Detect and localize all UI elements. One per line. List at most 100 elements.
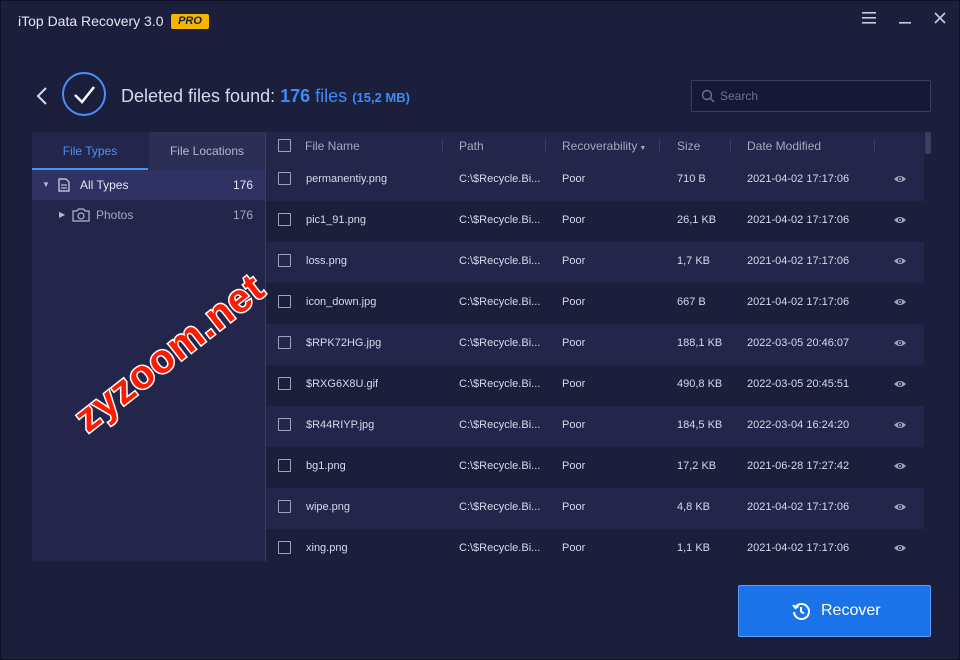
cell-recoverability: Poor bbox=[562, 419, 586, 431]
row-checkbox[interactable] bbox=[278, 541, 291, 554]
column-header-label: Recoverability bbox=[562, 139, 638, 153]
cell-file-name: loss.png bbox=[306, 255, 347, 267]
row-checkbox[interactable] bbox=[278, 500, 291, 513]
file-count: 176 bbox=[280, 86, 311, 106]
cell-date-modified: 2022-03-04 16:24:20 bbox=[747, 419, 850, 431]
search-box[interactable] bbox=[691, 80, 931, 112]
tree-item-all-types[interactable]: ▼ All Types 176 bbox=[32, 170, 265, 200]
cell-date-modified: 2021-04-02 17:17:06 bbox=[747, 296, 850, 308]
cell-path: C:\$Recycle.Bi... bbox=[459, 378, 541, 390]
select-all-checkbox[interactable] bbox=[278, 139, 291, 152]
row-checkbox[interactable] bbox=[278, 336, 291, 349]
row-checkbox[interactable] bbox=[278, 213, 291, 226]
preview-eye-icon[interactable] bbox=[893, 420, 907, 430]
column-divider[interactable] bbox=[442, 139, 443, 153]
preview-eye-icon[interactable] bbox=[893, 256, 907, 266]
tab-file-types[interactable]: File Types bbox=[32, 132, 148, 170]
scrollbar-thumb[interactable] bbox=[925, 132, 931, 154]
table-row[interactable]: icon_down.jpg C:\$Recycle.Bi... Poor 667 B 2… bbox=[266, 283, 924, 324]
cell-file-name: wipe.png bbox=[306, 501, 351, 513]
cell-recoverability: Poor bbox=[562, 255, 586, 267]
recover-button[interactable]: Recover bbox=[738, 585, 931, 637]
cell-recoverability: Poor bbox=[562, 378, 586, 390]
column-divider[interactable] bbox=[874, 139, 875, 153]
recover-button-label: Recover bbox=[821, 602, 881, 619]
preview-eye-icon[interactable] bbox=[893, 174, 907, 184]
cell-size: 17,2 KB bbox=[677, 460, 717, 472]
tree-item-photos[interactable]: ▶ Photos 176 bbox=[32, 200, 265, 230]
cell-file-name: bg1.png bbox=[306, 460, 346, 472]
cell-recoverability: Poor bbox=[562, 542, 586, 554]
column-header-file-name[interactable]: File Name bbox=[305, 139, 360, 153]
table-row[interactable]: wipe.png C:\$Recycle.Bi... Poor 4,8 KB 2021-… bbox=[266, 488, 924, 529]
expand-arrow-icon[interactable]: ▶ bbox=[59, 210, 65, 219]
tree-item-count: 176 bbox=[232, 208, 253, 222]
sidebar-tabs: File Types File Locations bbox=[32, 132, 265, 170]
table-scrollbar[interactable] bbox=[925, 132, 931, 561]
tree-item-label: All Types bbox=[80, 178, 129, 192]
table-row[interactable]: permanentiy.png C:\$Recycle.Bi... Poor 710 … bbox=[266, 160, 924, 201]
row-checkbox[interactable] bbox=[278, 295, 291, 308]
file-table: File Name Path Recoverability ▼ Size Date… bbox=[266, 132, 924, 561]
table-row[interactable]: loss.png C:\$Recycle.Bi... Poor 1,7 KB 2021-… bbox=[266, 242, 924, 283]
hamburger-menu-icon[interactable] bbox=[858, 11, 880, 31]
preview-eye-icon[interactable] bbox=[893, 338, 907, 348]
row-checkbox[interactable] bbox=[278, 377, 291, 390]
column-header-size[interactable]: Size bbox=[677, 139, 700, 153]
cell-date-modified: 2021-06-28 17:27:42 bbox=[747, 460, 850, 472]
cell-size: 1,1 KB bbox=[677, 542, 711, 554]
cell-date-modified: 2021-04-02 17:17:06 bbox=[747, 542, 850, 554]
scan-result-headline: Deleted files found: 176 files (15,2 MB) bbox=[121, 86, 410, 107]
pro-badge: PRO bbox=[171, 14, 209, 29]
column-divider[interactable] bbox=[545, 139, 546, 153]
row-checkbox[interactable] bbox=[278, 418, 291, 431]
preview-eye-icon[interactable] bbox=[893, 461, 907, 471]
total-size: (15,2 MB) bbox=[352, 90, 410, 105]
cell-size: 188,1 KB bbox=[677, 337, 723, 349]
cell-path: C:\$Recycle.Bi... bbox=[459, 255, 541, 267]
cell-size: 184,5 KB bbox=[677, 419, 723, 431]
cell-file-name: $R44RIYP.jpg bbox=[306, 419, 375, 431]
cell-size: 710 B bbox=[677, 173, 706, 185]
cell-file-name: icon_down.jpg bbox=[306, 296, 377, 308]
cell-file-name: $RPK72HG.jpg bbox=[306, 337, 382, 349]
expand-arrow-icon[interactable]: ▼ bbox=[42, 180, 50, 189]
search-input[interactable] bbox=[720, 87, 920, 105]
column-divider[interactable] bbox=[730, 139, 731, 153]
close-icon[interactable] bbox=[929, 11, 951, 31]
column-header-path[interactable]: Path bbox=[459, 139, 484, 153]
tab-file-locations[interactable]: File Locations bbox=[149, 132, 265, 170]
cell-file-name: $RXG6X8U.gif bbox=[306, 378, 379, 390]
row-checkbox[interactable] bbox=[278, 254, 291, 267]
cell-date-modified: 2021-04-02 17:17:06 bbox=[747, 214, 850, 226]
preview-eye-icon[interactable] bbox=[893, 543, 907, 553]
table-row[interactable]: bg1.png C:\$Recycle.Bi... Poor 17,2 KB 2021-… bbox=[266, 447, 924, 488]
preview-eye-icon[interactable] bbox=[893, 215, 907, 225]
camera-icon bbox=[72, 208, 90, 222]
cell-recoverability: Poor bbox=[562, 214, 586, 226]
headline-prefix: Deleted files found: bbox=[121, 86, 281, 106]
back-button[interactable] bbox=[31, 83, 53, 109]
column-divider[interactable] bbox=[659, 139, 660, 153]
preview-eye-icon[interactable] bbox=[893, 379, 907, 389]
cell-date-modified: 2021-04-02 17:17:06 bbox=[747, 173, 850, 185]
table-row[interactable]: pic1_91.png C:\$Recycle.Bi... Poor 26,1 KB 2… bbox=[266, 201, 924, 242]
cell-date-modified: 2021-04-02 17:17:06 bbox=[747, 501, 850, 513]
app-title: iTop Data Recovery 3.0 bbox=[18, 13, 164, 29]
preview-eye-icon[interactable] bbox=[893, 502, 907, 512]
cell-path: C:\$Recycle.Bi... bbox=[459, 214, 541, 226]
column-header-date-modified[interactable]: Date Modified bbox=[747, 139, 821, 153]
row-checkbox[interactable] bbox=[278, 459, 291, 472]
preview-eye-icon[interactable] bbox=[893, 297, 907, 307]
table-row[interactable]: $RPK72HG.jpg C:\$Recycle.Bi... Poor 188,1 K… bbox=[266, 324, 924, 365]
minimize-icon[interactable] bbox=[894, 11, 916, 31]
restore-clock-icon bbox=[792, 603, 810, 621]
sort-arrow-icon: ▼ bbox=[639, 145, 647, 152]
row-checkbox[interactable] bbox=[278, 172, 291, 185]
column-header-recoverability[interactable]: Recoverability ▼ bbox=[562, 139, 646, 153]
cell-path: C:\$Recycle.Bi... bbox=[459, 460, 541, 472]
tree-item-label: Photos bbox=[96, 208, 134, 222]
table-row[interactable]: $RXG6X8U.gif C:\$Recycle.Bi... Poor 490,8 K… bbox=[266, 365, 924, 406]
table-row[interactable]: xing.png C:\$Recycle.Bi... Poor 1,1 KB 2021-… bbox=[266, 529, 924, 561]
table-row[interactable]: $R44RIYP.jpg C:\$Recycle.Bi... Poor 184,5 K… bbox=[266, 406, 924, 447]
